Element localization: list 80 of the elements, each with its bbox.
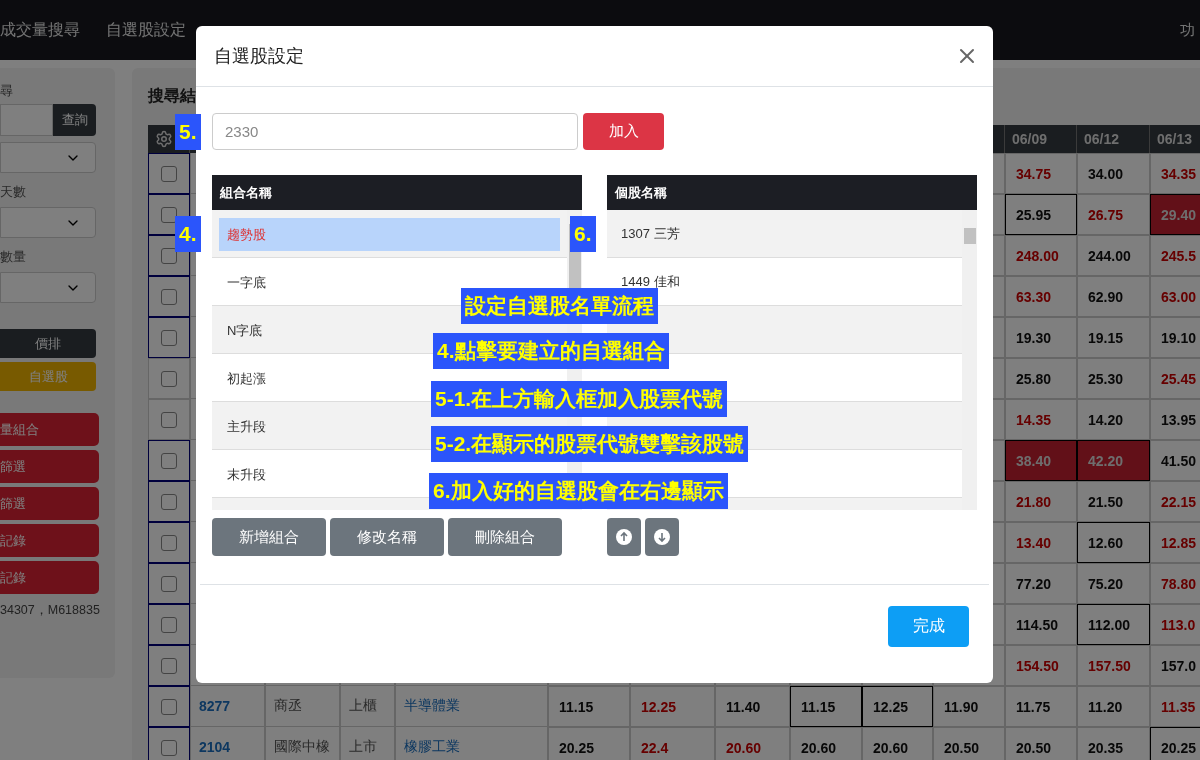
price-cell: 11.35: [1150, 686, 1200, 727]
field-label: 數量: [0, 248, 27, 266]
price-cell: 11.15: [790, 686, 862, 727]
price-cell: 77.20: [1005, 563, 1077, 604]
annotation-tooltip: 設定自選股名單流程: [461, 288, 658, 324]
price-cell: 154.50: [1005, 645, 1077, 686]
header-cell: 06/09: [1005, 125, 1077, 153]
price-cell: 22.4: [630, 727, 715, 760]
price-cell: 245.5: [1150, 235, 1200, 276]
price-cell: 41.50: [1150, 440, 1200, 481]
price-cell: 38.40: [1005, 440, 1077, 481]
field-label: 天數: [0, 183, 27, 201]
price-cell: 114.50: [1005, 604, 1077, 645]
price-cell: 157.0: [1150, 645, 1200, 686]
header-cell: 06/13: [1150, 125, 1200, 153]
annotation-tooltip: 5-1.在上方輸入框加入股票代號: [431, 381, 728, 417]
field-label: 尋: [0, 82, 14, 100]
price-cell: 11.20: [1077, 686, 1150, 727]
price-cell: 29.40: [1150, 194, 1200, 235]
stock-name: 商丞: [274, 697, 302, 715]
price-cell: 63.30: [1005, 276, 1077, 317]
stock-name: 國際中橡: [274, 738, 330, 756]
list-header: 個股名稱: [607, 175, 977, 210]
price-cell: 157.50: [1077, 645, 1150, 686]
price-cell: 248.00: [1005, 235, 1077, 276]
price-cell: 25.95: [1005, 194, 1077, 235]
price-cell: 20.60: [715, 727, 790, 760]
price-cell: 20.25: [548, 727, 630, 760]
price-cell: 63.00: [1150, 276, 1200, 317]
list-header: 組合名稱: [212, 175, 582, 210]
price-cell: 21.80: [1005, 481, 1077, 522]
price-cell: 34.00: [1077, 153, 1150, 194]
price-cell: 20.50: [933, 727, 1005, 760]
price-cell: 14.35: [1005, 399, 1077, 440]
price-cell: 12.60: [1077, 522, 1150, 563]
price-cell: 20.35: [1077, 727, 1150, 760]
price-cell: 11.90: [933, 686, 1005, 727]
price-cell: 12.85: [1150, 522, 1200, 563]
price-cell: 12.25: [862, 686, 933, 727]
price-cell: 14.20: [1077, 399, 1150, 440]
dialog-title: 自選股設定: [214, 45, 304, 68]
price-cell: 20.50: [1005, 727, 1077, 760]
price-cell: 20.25: [1150, 727, 1200, 760]
price-cell: 22.15: [1150, 481, 1200, 522]
market-text: 上市: [349, 738, 377, 756]
price-cell: 20.60: [790, 727, 862, 760]
price-cell: 25.80: [1005, 358, 1077, 399]
annotation-tooltip: 6.加入好的自選股會在右邊顯示: [429, 473, 728, 509]
price-cell: 244.00: [1077, 235, 1150, 276]
price-cell: 26.75: [1077, 194, 1150, 235]
price-cell: 62.90: [1077, 276, 1150, 317]
price-cell: 42.20: [1077, 440, 1150, 481]
price-cell: 25.30: [1077, 358, 1150, 399]
price-cell: 75.20: [1077, 563, 1150, 604]
price-cell: 25.45: [1150, 358, 1200, 399]
annotation-tooltip: 4.: [175, 216, 201, 252]
price-cell: 19.10: [1150, 317, 1200, 358]
price-cell: 113.0: [1150, 604, 1200, 645]
account-text: 34307，M618835: [0, 602, 101, 619]
price-cell: 21.50: [1077, 481, 1150, 522]
price-cell: 11.40: [715, 686, 790, 727]
results-title: 搜尋結: [148, 86, 197, 106]
annotation-tooltip: 5-2.在顯示的股票代號雙擊該股號: [431, 426, 749, 462]
price-cell: 34.75: [1005, 153, 1077, 194]
price-cell: 112.00: [1077, 604, 1150, 645]
price-cell: 19.15: [1077, 317, 1150, 358]
price-cell: 13.95: [1150, 399, 1200, 440]
price-cell: 34.35: [1150, 153, 1200, 194]
price-cell: 78.80: [1150, 563, 1200, 604]
price-cell: 13.40: [1005, 522, 1077, 563]
price-cell: 20.60: [862, 727, 933, 760]
annotation-tooltip: 5.: [175, 114, 201, 150]
price-cell: 19.30: [1005, 317, 1077, 358]
price-cell: 11.75: [1005, 686, 1077, 727]
annotation-tooltip: 4.點擊要建立的自選組合: [433, 333, 669, 369]
annotation-tooltip: 6.: [570, 216, 596, 252]
header-cell: 06/12: [1077, 125, 1150, 153]
price-cell: 11.15: [548, 686, 630, 727]
market-text: 上櫃: [349, 697, 377, 715]
price-cell: 12.25: [630, 686, 715, 727]
